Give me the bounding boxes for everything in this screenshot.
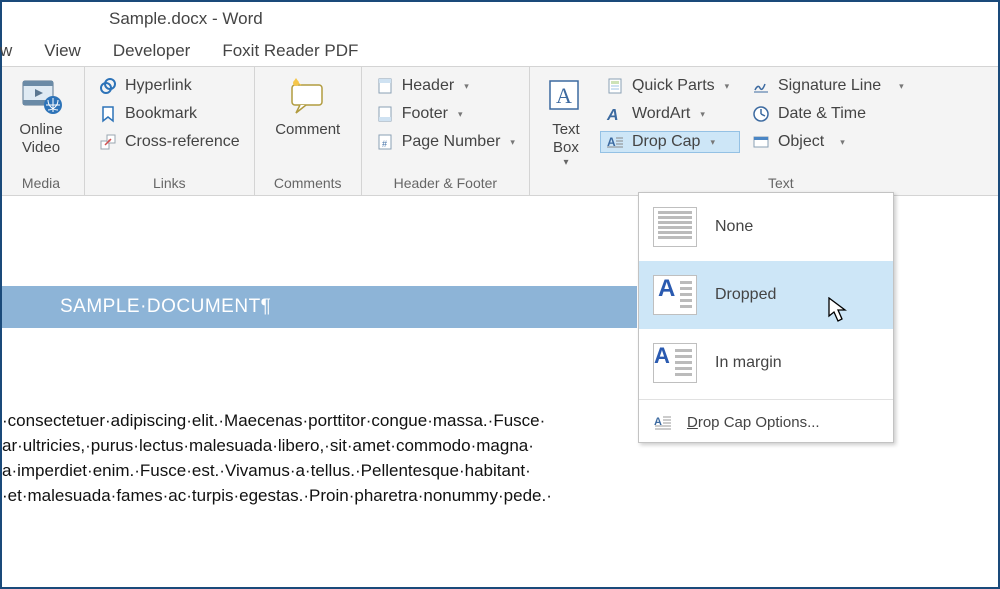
tab-view[interactable]: View xyxy=(44,41,81,61)
group-label-media: Media xyxy=(6,173,76,195)
header-icon xyxy=(376,77,394,95)
wordart-label: WordArt xyxy=(632,105,690,123)
drop-cap-dropped[interactable]: A Dropped xyxy=(639,261,893,329)
drop-cap-options-icon: A xyxy=(653,412,673,432)
page-number-icon: # xyxy=(376,133,394,151)
drop-cap-in-margin-label: In margin xyxy=(715,354,782,372)
bookmark-icon xyxy=(99,105,117,123)
chevron-down-icon: ▾ xyxy=(464,81,469,92)
svg-text:A: A xyxy=(556,83,572,108)
object-icon xyxy=(752,133,770,151)
doc-line: ·consectetuer·adipiscing·elit.·Maecenas·… xyxy=(2,408,662,433)
chevron-down-icon: ▾ xyxy=(458,109,463,120)
bookmark-button[interactable]: Bookmark xyxy=(93,103,246,125)
cross-reference-icon xyxy=(99,133,117,151)
online-video-icon xyxy=(19,75,63,119)
date-time-button[interactable]: Date & Time xyxy=(746,103,916,125)
text-box-icon: A xyxy=(544,75,588,119)
tab-review-partial[interactable]: w xyxy=(0,41,12,61)
date-time-label: Date & Time xyxy=(778,105,866,123)
menu-separator xyxy=(639,399,893,400)
group-comments: Comment Comments xyxy=(255,67,362,195)
drop-cap-margin-thumb: A xyxy=(653,343,697,383)
drop-cap-dropped-thumb: A xyxy=(653,275,697,315)
drop-cap-menu: None A Dropped A In margin A DDrop Cap O… xyxy=(638,192,894,443)
drop-cap-options-label: DDrop Cap Options...rop Cap Options... xyxy=(687,414,820,431)
comment-label: Comment xyxy=(275,121,340,139)
drop-cap-options[interactable]: A DDrop Cap Options...rop Cap Options... xyxy=(639,402,893,442)
svg-text:#: # xyxy=(382,139,387,149)
text-box-label: Text Box xyxy=(552,121,580,157)
drop-cap-label: Drop Cap xyxy=(632,133,700,151)
svg-text:A: A xyxy=(606,107,619,123)
online-video-label: Online Video xyxy=(19,121,62,157)
wordart-button[interactable]: A WordArt ▾ xyxy=(600,103,740,125)
signature-line-icon xyxy=(752,77,770,95)
comment-button[interactable]: Comment xyxy=(263,71,353,139)
wordart-icon: A xyxy=(606,105,624,123)
page-number-label: Page Number xyxy=(402,133,501,151)
doc-line: ·et·malesuada·fames·ac·turpis·egestas.·P… xyxy=(2,483,662,508)
quick-parts-label: Quick Parts xyxy=(632,77,715,95)
tab-developer[interactable]: Developer xyxy=(113,41,191,61)
header-label: Header xyxy=(402,77,454,95)
footer-icon xyxy=(376,105,394,123)
chevron-down-icon: ▾ xyxy=(899,81,904,92)
window-title: Sample.docx - Word xyxy=(2,2,998,36)
chevron-down-icon: ▾ xyxy=(725,81,730,92)
group-links: Hyperlink Bookmark Cross-reference Links xyxy=(85,67,255,195)
doc-line: ar·ultricies,·purus·lectus·malesuada·lib… xyxy=(2,433,662,458)
document-title-band: SAMPLE·DOCUMENT¶ xyxy=(2,286,637,328)
drop-cap-button[interactable]: A Drop Cap ▾ xyxy=(600,131,740,153)
object-label: Object xyxy=(778,133,824,151)
text-box-button[interactable]: A Text Box ▾ xyxy=(538,71,594,168)
ribbon: Online Video Media Hyperlink Bookmark xyxy=(2,66,998,196)
doc-line: a·imperdiet·enim.·Fusce·est.·Vivamus·a·t… xyxy=(2,458,662,483)
tab-foxit[interactable]: Foxit Reader PDF xyxy=(222,41,358,61)
drop-cap-none-label: None xyxy=(715,218,753,236)
footer-label: Footer xyxy=(402,105,448,123)
header-button[interactable]: Header ▾ xyxy=(370,75,521,97)
group-label-links: Links xyxy=(93,173,246,195)
chevron-down-icon: ▾ xyxy=(840,137,845,148)
group-label-comments: Comments xyxy=(263,173,353,195)
object-button[interactable]: Object ▾ xyxy=(746,131,916,153)
group-label-header-footer: Header & Footer xyxy=(370,173,521,195)
online-video-button[interactable]: Online Video xyxy=(6,71,76,157)
bookmark-label: Bookmark xyxy=(125,105,197,123)
drop-cap-none-thumb xyxy=(653,207,697,247)
drop-cap-icon: A xyxy=(606,133,624,151)
date-time-icon xyxy=(752,105,770,123)
drop-cap-in-margin[interactable]: A In margin xyxy=(639,329,893,397)
quick-parts-icon xyxy=(606,77,624,95)
chevron-down-icon: ▾ xyxy=(710,137,715,148)
page-number-button[interactable]: # Page Number ▾ xyxy=(370,131,521,153)
ribbon-tabs: w View Developer Foxit Reader PDF xyxy=(2,36,998,66)
footer-button[interactable]: Footer ▾ xyxy=(370,103,521,125)
group-media: Online Video Media xyxy=(2,67,85,195)
document-body[interactable]: ·consectetuer·adipiscing·elit.·Maecenas·… xyxy=(2,328,662,508)
drop-cap-dropped-label: Dropped xyxy=(715,286,776,304)
group-text: A Text Box ▾ Quick Parts ▾ A WordA xyxy=(530,67,998,195)
quick-parts-button[interactable]: Quick Parts ▾ xyxy=(600,75,740,97)
hyperlink-icon xyxy=(99,77,117,95)
chevron-down-icon: ▾ xyxy=(700,109,705,120)
hyperlink-button[interactable]: Hyperlink xyxy=(93,75,246,97)
chevron-down-icon: ▾ xyxy=(563,157,568,168)
drop-cap-none[interactable]: None xyxy=(639,193,893,261)
cross-reference-label: Cross-reference xyxy=(125,133,240,151)
signature-line-label: Signature Line xyxy=(778,77,881,95)
chevron-down-icon: ▾ xyxy=(510,137,515,148)
cross-reference-button[interactable]: Cross-reference xyxy=(93,131,246,153)
hyperlink-label: Hyperlink xyxy=(125,77,192,95)
comment-icon xyxy=(286,75,330,119)
group-header-footer: Header ▾ Footer ▾ # Page Number ▾ xyxy=(362,67,530,195)
signature-line-button[interactable]: Signature Line ▾ xyxy=(746,75,916,97)
